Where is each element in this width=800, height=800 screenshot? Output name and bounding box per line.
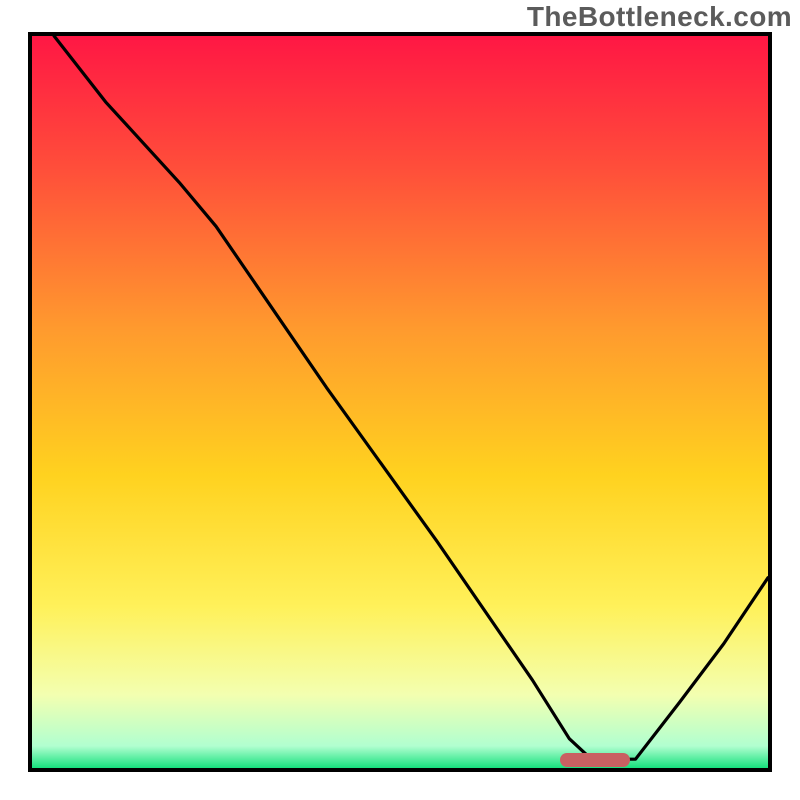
plot-area [28,32,772,772]
watermark-text: TheBottleneck.com [527,1,792,33]
optimal-marker [560,753,630,767]
chart-frame: TheBottleneck.com [0,0,800,800]
bottleneck-curve [32,36,768,768]
